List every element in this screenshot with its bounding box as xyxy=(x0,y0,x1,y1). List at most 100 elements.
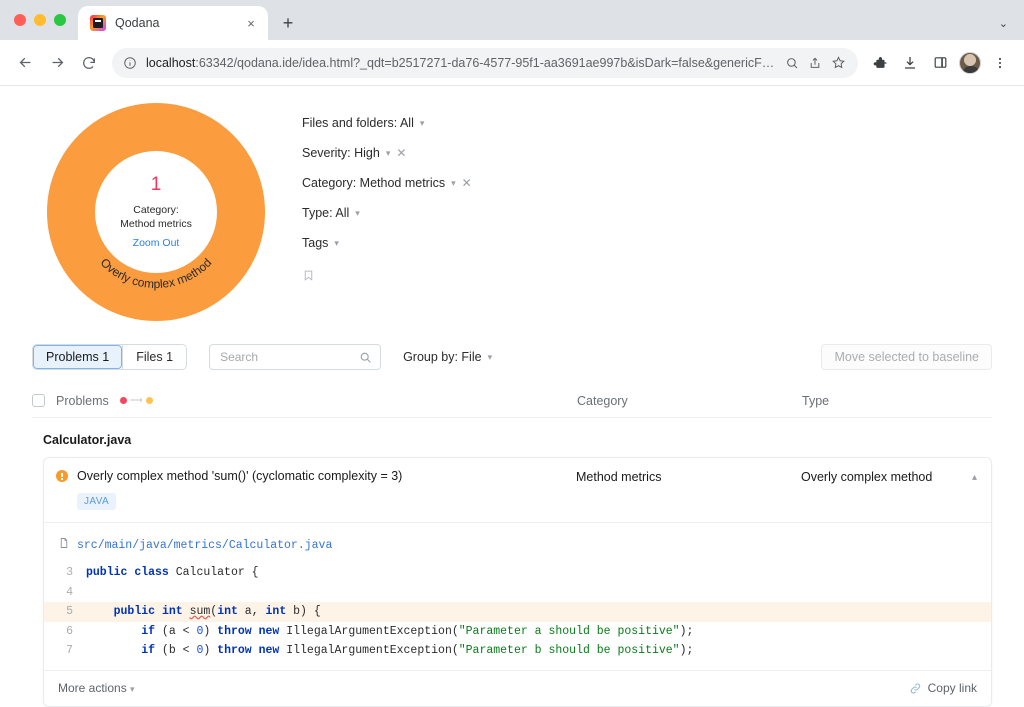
window-controls[interactable] xyxy=(12,0,78,40)
copy-link-button[interactable]: Copy link xyxy=(909,681,977,695)
code-text: if (b < 0) throw new IllegalArgumentExce… xyxy=(141,644,694,657)
language-badge: JAVA xyxy=(77,493,117,510)
search-icon[interactable] xyxy=(359,351,372,364)
chevron-down-icon[interactable]: ⌄ xyxy=(999,17,1024,40)
browser-chrome: Qodana × + ⌄ localhost:63342/qodana.ide/… xyxy=(0,0,1024,86)
snippet-file-path[interactable]: src/main/java/metrics/Calculator.java xyxy=(77,539,332,552)
code-text: if (a < 0) throw new IllegalArgumentExce… xyxy=(141,624,694,638)
chevron-down-icon[interactable]: ▾ xyxy=(334,238,339,248)
tab-title: Qodana xyxy=(115,16,160,30)
url-host: localhost xyxy=(146,55,196,70)
back-arrow-icon[interactable] xyxy=(10,48,40,78)
download-icon[interactable] xyxy=(896,49,924,77)
chevron-down-icon[interactable]: ▾ xyxy=(355,208,360,218)
clear-filter-icon[interactable]: ✕ xyxy=(396,147,406,159)
code-line: 7 if (b < 0) throw new IllegalArgumentEx… xyxy=(44,641,991,661)
side-panel-icon[interactable] xyxy=(926,49,954,77)
filters-panel: Files and folders: All ▾ Severity: High … xyxy=(272,102,1024,322)
severity-sort-indicator[interactable]: ⟶ xyxy=(119,395,153,405)
table-row[interactable]: Overly complex method 'sum()' (cyclomati… xyxy=(44,458,991,510)
filter-label: Category: Method metrics xyxy=(302,176,446,190)
tab-strip: Qodana × + ⌄ xyxy=(0,0,1024,40)
donut-slice-overly-complex-method[interactable] xyxy=(47,103,265,321)
share-icon[interactable] xyxy=(808,56,822,70)
code-line: 6 if (a < 0) throw new IllegalArgumentEx… xyxy=(44,622,991,642)
page-zoom-icon[interactable] xyxy=(785,56,799,70)
problem-card: Overly complex method 'sum()' (cyclomati… xyxy=(43,457,992,707)
filter-type[interactable]: Type: All ▾ xyxy=(302,206,1024,220)
minimize-window-button[interactable] xyxy=(34,14,46,26)
code-snippet: src/main/java/metrics/Calculator.java 3p… xyxy=(44,522,991,661)
copy-link-label: Copy link xyxy=(927,681,977,695)
bookmark-icon[interactable] xyxy=(302,268,315,286)
site-info-icon[interactable] xyxy=(123,56,137,70)
table-header: Problems ⟶ Category Type xyxy=(32,384,992,418)
more-actions-label: More actions xyxy=(58,681,127,695)
donut-chart-svg: Overly complex method xyxy=(47,103,265,321)
url-text: localhost:63342/qodana.ide/idea.html?_qd… xyxy=(146,56,776,70)
chevron-down-icon[interactable]: ▾ xyxy=(488,352,493,362)
filter-files-and-folders[interactable]: Files and folders: All ▾ xyxy=(302,116,1024,130)
line-number: 5 xyxy=(66,605,73,618)
donut-chart[interactable]: Overly complex method 1 Category: Method… xyxy=(46,102,266,322)
filter-tags[interactable]: Tags ▾ xyxy=(302,236,1024,250)
maximize-window-button[interactable] xyxy=(54,14,66,26)
donut-chart-container: Overly complex method 1 Category: Method… xyxy=(0,102,272,322)
chevron-down-icon[interactable]: ▾ xyxy=(130,684,135,694)
line-number: 7 xyxy=(66,644,73,657)
warning-severity-icon xyxy=(56,470,68,482)
move-to-baseline-button[interactable]: Move selected to baseline xyxy=(821,344,992,370)
close-tab-icon[interactable]: × xyxy=(242,14,260,32)
filter-severity[interactable]: Severity: High ▾ ✕ xyxy=(302,146,1024,160)
snippet-file-path-row[interactable]: src/main/java/metrics/Calculator.java xyxy=(44,536,991,554)
group-by-label: Group by: File xyxy=(403,350,482,364)
browser-tab-qodana[interactable]: Qodana × xyxy=(78,6,268,40)
avatar[interactable] xyxy=(959,51,981,74)
code-block[interactable]: 3 public class Calculator { 4 5 public int … xyxy=(44,563,991,661)
three-dot-menu-icon[interactable] xyxy=(986,49,1014,77)
reload-icon[interactable] xyxy=(74,48,104,78)
problem-main: Overly complex method 'sum()' (cyclomati… xyxy=(44,469,576,510)
code-text: public class Calculator { xyxy=(86,566,259,579)
url-rest: :63342/qodana.ide/idea.html?_qdt=b251727… xyxy=(195,55,775,70)
filter-label: Type: All xyxy=(302,206,350,220)
forward-arrow-icon[interactable] xyxy=(42,48,72,78)
search-box[interactable] xyxy=(209,344,382,370)
filter-label: Tags xyxy=(302,236,329,250)
line-number: 3 xyxy=(66,566,73,579)
view-tabs: Problems 1 Files 1 xyxy=(32,344,188,370)
problem-type-cell: Overly complex method ▴ xyxy=(801,469,991,484)
puzzle-icon[interactable] xyxy=(866,49,894,77)
problem-type: Overly complex method xyxy=(801,470,933,484)
line-number: 6 xyxy=(66,624,73,638)
column-header-type[interactable]: Type xyxy=(802,394,992,408)
filter-label: Severity: High xyxy=(302,146,380,160)
severity-dot-critical-icon xyxy=(119,397,127,404)
chevron-down-icon[interactable]: ▾ xyxy=(386,148,391,158)
tab-files[interactable]: Files 1 xyxy=(123,345,187,369)
group-by-dropdown[interactable]: Group by: File ▾ xyxy=(403,350,492,364)
problem-title: Overly complex method 'sum()' (cyclomati… xyxy=(77,469,403,483)
clear-filter-icon[interactable]: ✕ xyxy=(462,177,472,189)
save-filter-row[interactable] xyxy=(302,266,1024,286)
filter-category[interactable]: Category: Method metrics ▾ ✕ xyxy=(302,176,1024,190)
file-group-header[interactable]: Calculator.java xyxy=(32,418,992,457)
address-bar[interactable]: localhost:63342/qodana.ide/idea.html?_qd… xyxy=(112,47,858,78)
qodana-report-page: Overly complex method 1 Category: Method… xyxy=(0,86,1024,707)
star-icon[interactable] xyxy=(831,55,846,70)
new-tab-button[interactable]: + xyxy=(274,9,302,37)
problem-category: Method metrics xyxy=(576,470,662,484)
more-actions-button[interactable]: More actions ▾ xyxy=(58,681,135,695)
code-line: 4 xyxy=(44,583,991,603)
search-input[interactable] xyxy=(218,349,354,365)
tab-problems[interactable]: Problems 1 xyxy=(33,345,123,369)
chevron-down-icon[interactable]: ▾ xyxy=(420,118,425,128)
code-line: 5 public int sum(int a, int b) { xyxy=(44,602,991,622)
chevron-down-icon[interactable]: ▾ xyxy=(451,178,456,188)
line-number: 4 xyxy=(66,585,73,599)
chevron-up-icon[interactable]: ▴ xyxy=(972,472,977,483)
close-window-button[interactable] xyxy=(14,14,26,26)
select-all-checkbox[interactable] xyxy=(32,394,45,407)
column-header-category[interactable]: Category xyxy=(577,394,802,408)
arrow-right-icon: ⟶ xyxy=(129,395,143,405)
